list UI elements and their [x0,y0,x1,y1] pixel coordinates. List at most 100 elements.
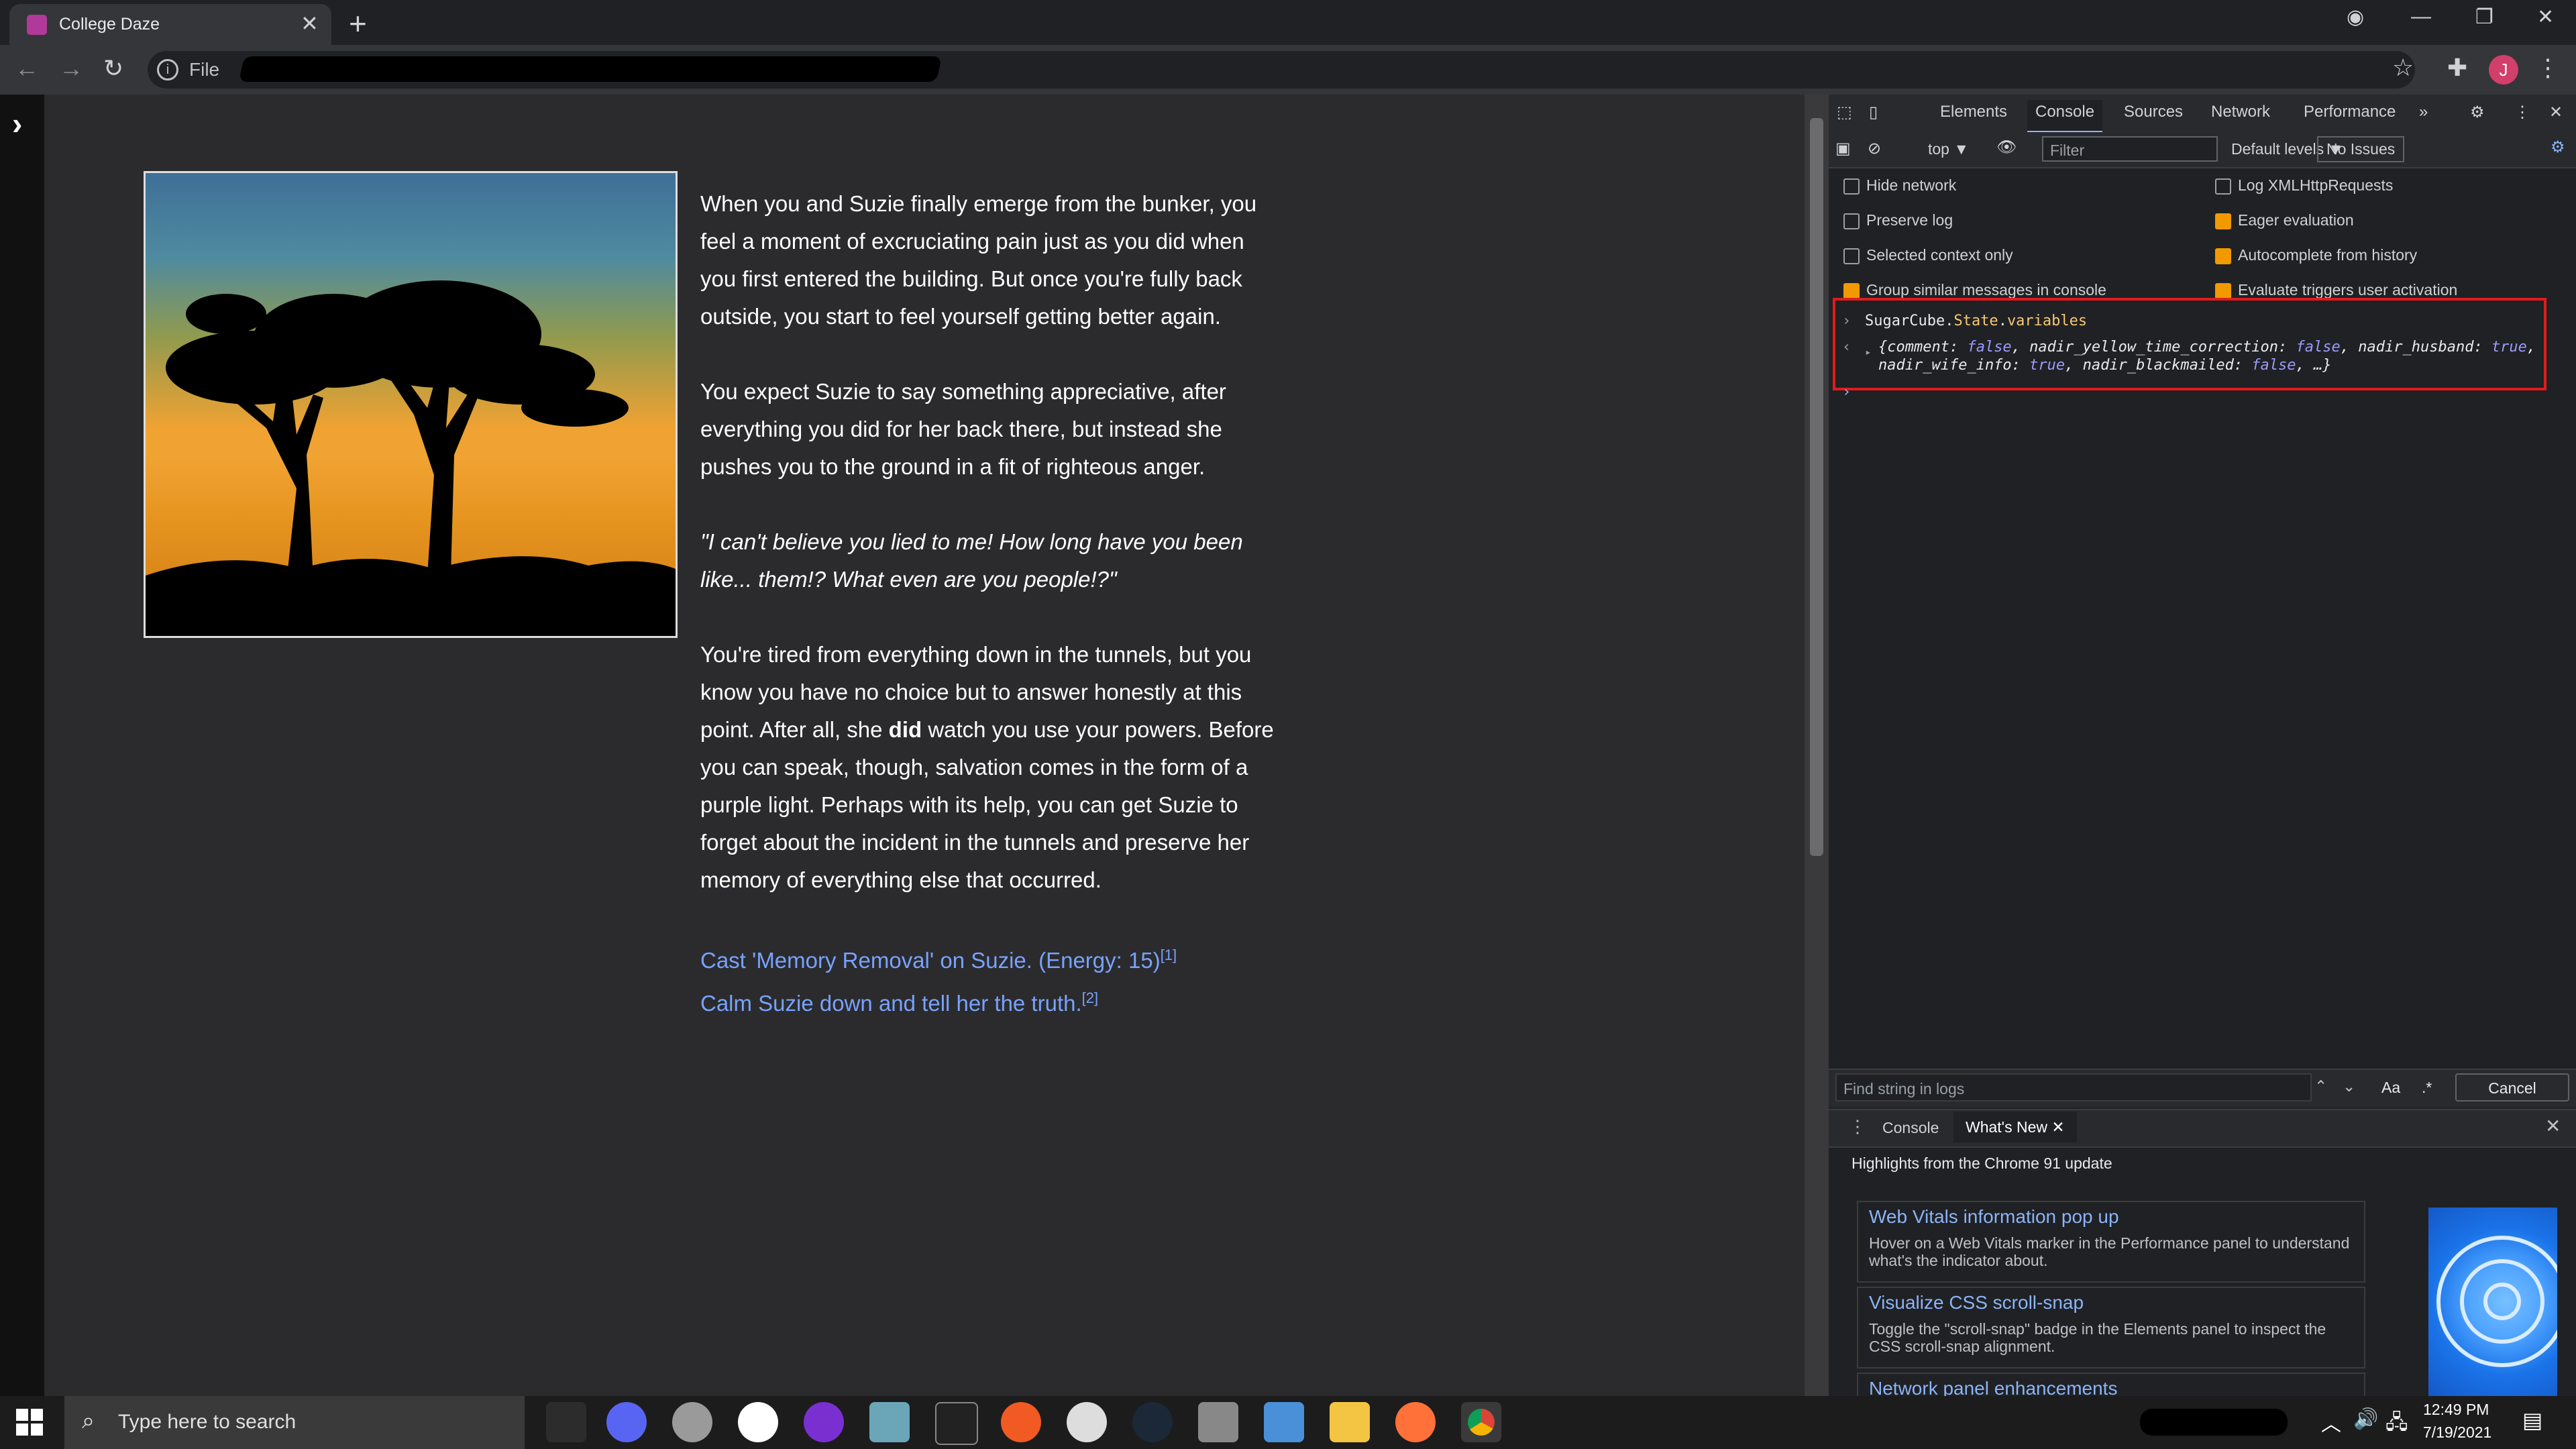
close-tab-icon[interactable]: ✕ [2051,1118,2064,1136]
discord-icon[interactable] [606,1402,647,1442]
drawer-tab-console[interactable]: Console [1882,1119,1939,1137]
console-filter-input[interactable]: Filter [2042,136,2218,162]
whats-new-heading: Highlights from the Chrome 91 update [1851,1155,2112,1172]
tab-elements[interactable]: Elements [1940,103,2007,121]
tab-console[interactable]: Console [2027,100,2103,133]
whats-new-card[interactable]: Visualize CSS scroll-snap Toggle the "sc… [1857,1287,2365,1368]
page-scrollbar-thumb[interactable] [1810,118,1823,856]
live-expression-eye-icon[interactable]: 👁 [1996,138,2017,157]
notifications-icon[interactable]: ▤ [2522,1407,2542,1433]
restore-button[interactable]: ❐ [2475,5,2493,29]
network-icon[interactable]: 🖧 [2385,1407,2408,1442]
forward-icon[interactable]: → [59,54,83,83]
drawer-tab-whats-new[interactable]: What's New ✕ [1953,1112,2077,1142]
steam-icon[interactable] [1132,1402,1173,1442]
drawer-menu-icon[interactable]: ⋮ [1849,1116,1866,1137]
devtools-close-icon[interactable]: ✕ [2549,103,2563,122]
minimize-button[interactable]: — [2411,5,2431,28]
find-next-icon[interactable]: ⌄ [2343,1077,2355,1095]
epic-games-icon[interactable] [935,1402,978,1445]
new-tab-button[interactable]: + [349,5,367,42]
regex-button[interactable]: .* [2422,1079,2432,1097]
group-similar-checkbox[interactable] [1843,283,1860,299]
devtools-menu-icon[interactable]: ⋮ [2514,103,2530,122]
match-case-button[interactable]: Aa [2381,1079,2400,1097]
windows-start-icon[interactable] [16,1409,43,1439]
whats-new-card[interactable]: Network panel enhancements [1857,1373,2365,1399]
settings-gear-icon[interactable]: ⚙ [2470,103,2485,122]
task-view-icon[interactable] [546,1402,586,1442]
console-command[interactable]: SugarCube.State.variables [1865,313,2087,329]
log-xhr-checkbox[interactable] [2215,178,2231,195]
tray-chevron-icon[interactable]: ︿ [2321,1407,2341,1437]
hide-network-label: Hide network [1866,176,1957,194]
whats-new-card[interactable]: Web Vitals information pop up Hover on a… [1857,1201,2365,1283]
extensions-icon[interactable]: ✚ [2447,54,2467,82]
eager-evaluation-checkbox[interactable] [2215,213,2231,229]
issues-button[interactable]: No Issues [2317,136,2405,162]
close-window-button[interactable]: ✕ [2537,5,2554,29]
profile-avatar[interactable]: J [2489,55,2518,85]
browser-tab[interactable]: College Daze ✕ [9,4,331,45]
find-in-logs-input[interactable]: Find string in logs [1835,1073,2312,1102]
back-icon[interactable]: ← [15,54,39,83]
address-bar[interactable]: i File [148,51,2415,89]
browser-menu-icon[interactable]: ⋮ [2536,54,2560,82]
origin-icon[interactable] [1001,1402,1041,1442]
profile-download-icon[interactable]: ◉ [2347,5,2364,29]
inspect-icon[interactable]: ⬚ [1837,103,1852,122]
app-icon[interactable] [1264,1402,1304,1442]
context-selector[interactable]: top ▼ [1928,140,1969,158]
xbox-icon[interactable] [738,1402,778,1442]
device-toggle-icon[interactable]: ▯ [1869,103,1878,122]
taskbar-search[interactable]: ⌕ Type here to search [64,1396,525,1449]
card-title[interactable]: Web Vitals information pop up [1869,1206,2119,1228]
find-prev-icon[interactable]: ⌃ [2314,1077,2327,1095]
selected-context-checkbox[interactable] [1843,248,1860,264]
evaluate-triggers-label: Evaluate triggers user activation [2238,281,2458,299]
selected-context-label: Selected context only [1866,246,2013,264]
result-line-1[interactable]: {comment: false, nadir_yellow_time_corre… [1878,339,2536,356]
autocomplete-history-checkbox[interactable] [2215,248,2231,264]
bookmark-star-icon[interactable]: ☆ [2392,54,2414,82]
preserve-log-label: Preserve log [1866,211,1953,229]
title-bar [0,0,2576,45]
clear-console-icon[interactable]: ⊘ [1868,139,1881,158]
hide-network-checkbox[interactable] [1843,178,1860,195]
evaluate-triggers-checkbox[interactable] [2215,283,2231,299]
drawer-close-icon[interactable]: ✕ [2545,1115,2561,1137]
console-prompt-icon[interactable]: › [1842,384,1851,400]
console-settings-gear-icon[interactable]: ⚙ [2551,138,2565,157]
suzie-quote: "I can't believe you lied to me! How lon… [700,529,1243,592]
result-line-2[interactable]: nadir_wife_info: true, nadir_blackmailed… [1878,357,2332,374]
taskbar-date[interactable]: 7/19/2021 [2423,1424,2491,1442]
tab-network[interactable]: Network [2211,103,2270,121]
card-title[interactable]: Visualize CSS scroll-snap [1869,1292,2084,1313]
calculator-icon[interactable] [1198,1402,1238,1442]
choice-memory-removal[interactable]: Cast 'Memory Removal' on Suzie. (Energy:… [700,936,1284,979]
preserve-log-checkbox[interactable] [1843,213,1860,229]
app-icon[interactable] [869,1402,910,1442]
whats-new-artwork [2428,1208,2557,1396]
info-icon[interactable]: i [157,59,178,80]
cancel-find-button[interactable]: Cancel [2455,1073,2569,1102]
taskbar-time[interactable]: 12:49 PM [2423,1401,2489,1419]
expand-triangle-icon[interactable]: ▸ [1865,345,1872,358]
sidebar-toggle-icon[interactable]: ▣ [1835,139,1851,158]
sidebar-toggle-icon[interactable]: › [12,105,22,142]
file-explorer-icon[interactable] [1330,1402,1370,1442]
reload-icon[interactable]: ↻ [103,54,123,83]
tab-close-button[interactable]: ✕ [301,11,319,36]
ubisoft-icon[interactable] [1067,1402,1107,1442]
firefox-icon[interactable] [1395,1402,1436,1442]
volume-icon[interactable]: 🔊 [2353,1407,2378,1431]
cortana-icon[interactable] [804,1402,844,1442]
tab-sources[interactable]: Sources [2124,103,2183,121]
tab-title: College Daze [59,15,160,34]
app-icon[interactable] [672,1402,712,1442]
tab-performance[interactable]: Performance [2304,103,2396,121]
choice-tell-truth[interactable]: Calm Suzie down and tell her the truth.[… [700,979,1284,1022]
story-paragraph: You're tired from everything down in the… [700,642,1274,892]
more-tabs-icon[interactable]: » [2419,103,2428,121]
group-similar-label: Group similar messages in console [1866,281,2106,299]
